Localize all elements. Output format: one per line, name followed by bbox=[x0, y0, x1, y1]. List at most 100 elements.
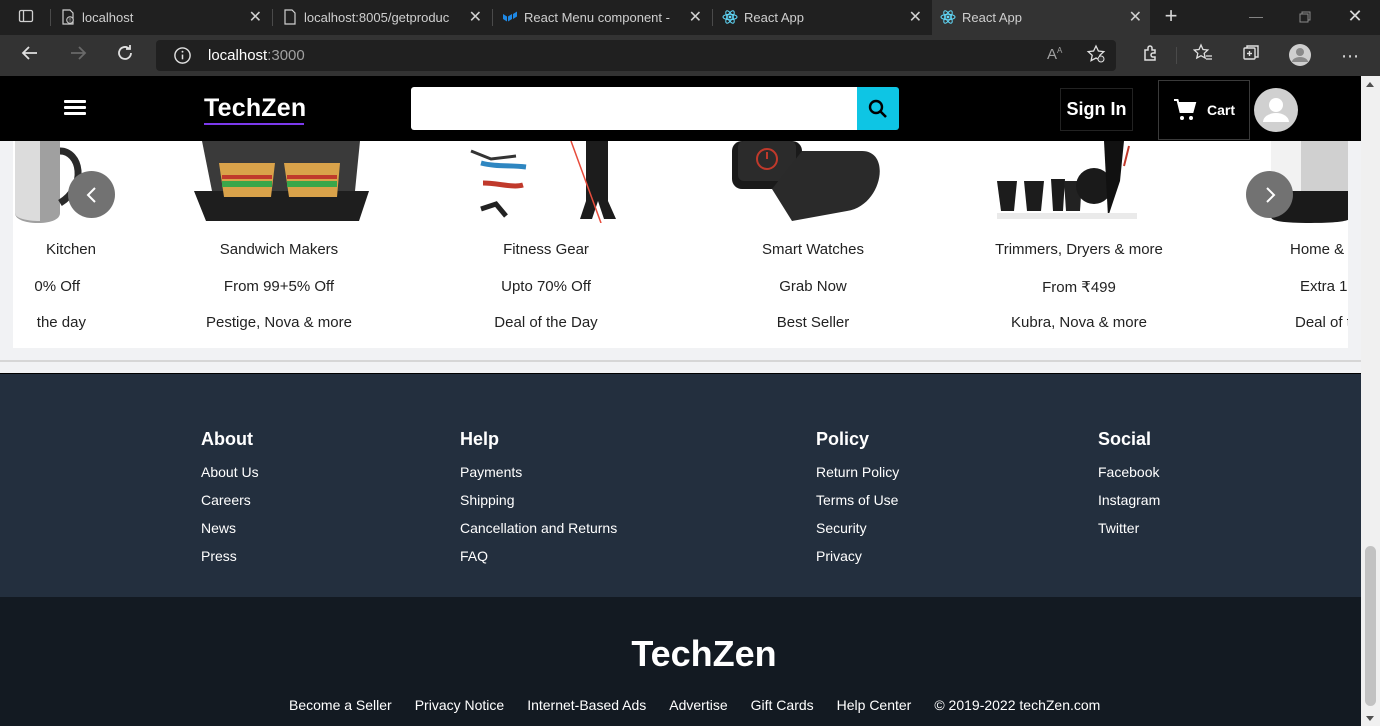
cart-button[interactable]: Cart bbox=[1158, 80, 1250, 140]
more-menu-icon[interactable]: ⋯ bbox=[1337, 43, 1363, 69]
cart-icon bbox=[1173, 99, 1197, 120]
url-bar[interactable]: localhost:3000 AA bbox=[156, 40, 1116, 71]
address-bar-row: localhost:3000 AA ⋯ bbox=[0, 35, 1380, 76]
section-divider bbox=[0, 360, 1361, 362]
browser-tab-2[interactable]: localhost:8005/getproduc ✕ bbox=[274, 0, 490, 35]
category-card-fitness-gear[interactable]: Fitness Gear Upto 70% Off Deal of the Da… bbox=[421, 141, 671, 348]
footer-link[interactable]: Terms of Use bbox=[816, 492, 899, 509]
footer-link[interactable]: News bbox=[201, 520, 259, 537]
user-avatar-icon bbox=[1263, 98, 1289, 122]
browser-tab-4[interactable]: React App ✕ bbox=[714, 0, 930, 35]
cart-label: Cart bbox=[1206, 102, 1235, 118]
category-card-sandwich-makers[interactable]: Sandwich Makers From 99+5% Off Pestige, … bbox=[154, 141, 404, 348]
page-viewport: TechZen Sign In Cart Kitchen 0% Off the … bbox=[0, 76, 1361, 726]
footer-bottom-link[interactable]: Help Center bbox=[837, 697, 912, 713]
footer-bottom-link[interactable]: Become a Seller bbox=[289, 697, 392, 713]
footer-column-help: Help Payments Shipping Cancellation and … bbox=[460, 429, 617, 576]
browser-tab-5-active[interactable]: React App ✕ bbox=[932, 0, 1150, 35]
footer-column-title: Help bbox=[460, 429, 500, 449]
footer-link[interactable]: Privacy bbox=[816, 548, 899, 565]
close-tab-icon[interactable]: ✕ bbox=[1129, 7, 1142, 27]
close-window-icon[interactable]: ✕ bbox=[1342, 3, 1368, 29]
footer-column-title: About bbox=[201, 429, 253, 449]
smart-watch-image bbox=[688, 141, 938, 223]
category-carousel: Kitchen 0% Off the day Sandwich Makers F… bbox=[13, 141, 1348, 348]
browser-tab-1[interactable]: ! localhost ✕ bbox=[52, 0, 270, 35]
footer-link[interactable]: FAQ bbox=[460, 548, 617, 565]
page-scrollbar[interactable] bbox=[1361, 76, 1380, 726]
minimize-icon[interactable]: — bbox=[1243, 3, 1269, 29]
footer-bottom-link[interactable]: Privacy Notice bbox=[415, 697, 504, 713]
react-icon bbox=[722, 9, 738, 25]
close-tab-icon[interactable]: ✕ bbox=[689, 7, 702, 27]
url-text: localhost:3000 bbox=[208, 47, 305, 64]
search-input[interactable] bbox=[411, 87, 857, 130]
footer-link[interactable]: Cancellation and Returns bbox=[460, 520, 617, 537]
search-button[interactable] bbox=[857, 87, 899, 130]
tab-actions-icon[interactable] bbox=[13, 5, 39, 31]
fitness-gear-image bbox=[421, 141, 671, 224]
footer-bottom-link[interactable]: Gift Cards bbox=[751, 697, 814, 713]
signin-button[interactable]: Sign In bbox=[1060, 88, 1133, 131]
user-avatar[interactable] bbox=[1254, 88, 1298, 132]
browser-tab-3[interactable]: React Menu component - ✕ bbox=[494, 0, 710, 35]
page-warning-icon: ! bbox=[60, 9, 76, 25]
new-tab-icon[interactable]: + bbox=[1158, 3, 1184, 29]
svg-text:!: ! bbox=[69, 18, 71, 24]
footer-link[interactable]: Instagram bbox=[1098, 492, 1160, 509]
site-info-icon[interactable] bbox=[173, 46, 192, 70]
read-aloud-icon[interactable]: AA bbox=[1047, 46, 1062, 63]
footer-link[interactable]: Facebook bbox=[1098, 464, 1160, 481]
footer-link[interactable]: About Us bbox=[201, 464, 259, 481]
browser-tab-strip: ! localhost ✕ localhost:8005/getproduc ✕… bbox=[0, 0, 1380, 35]
scrollbar-thumb[interactable] bbox=[1365, 546, 1376, 706]
footer-link[interactable]: Shipping bbox=[460, 492, 617, 509]
footer-link[interactable]: Payments bbox=[460, 464, 617, 481]
footer-column-title: Social bbox=[1098, 429, 1152, 449]
hamburger-menu-icon[interactable] bbox=[64, 100, 86, 116]
sandwich-maker-image bbox=[154, 141, 404, 223]
scroll-up-arrow[interactable] bbox=[1366, 82, 1374, 87]
footer-bottom-link[interactable]: Advertise bbox=[669, 697, 727, 713]
category-card-smart-watches[interactable]: Smart Watches Grab Now Best Seller bbox=[688, 141, 938, 348]
footer-column-policy: Policy Return Policy Terms of Use Securi… bbox=[816, 429, 899, 576]
logo-underline bbox=[204, 123, 304, 125]
footer-link[interactable]: Careers bbox=[201, 492, 259, 509]
close-tab-icon[interactable]: ✕ bbox=[909, 7, 922, 27]
document-icon bbox=[282, 9, 298, 25]
footer-link[interactable]: Return Policy bbox=[816, 464, 899, 481]
profile-icon[interactable] bbox=[1287, 43, 1313, 69]
footer-bottom-links: Become a Seller Privacy Notice Internet-… bbox=[289, 697, 1100, 713]
collections-icon[interactable] bbox=[1238, 43, 1264, 69]
chevron-right-icon bbox=[1265, 186, 1275, 203]
restore-icon[interactable] bbox=[1292, 4, 1318, 30]
category-card-trimmers[interactable]: Trimmers, Dryers & more From ₹499 Kubra,… bbox=[954, 141, 1204, 348]
footer-link[interactable]: Twitter bbox=[1098, 520, 1160, 537]
category-card-home[interactable]: Home & Extra 10 Deal of t bbox=[1221, 141, 1348, 348]
favorites-icon[interactable] bbox=[1190, 43, 1216, 69]
carousel-next-button[interactable] bbox=[1246, 171, 1293, 218]
refresh-icon[interactable] bbox=[112, 43, 138, 69]
site-logo[interactable]: TechZen bbox=[204, 94, 306, 123]
footer-column-social: Social Facebook Instagram Twitter bbox=[1098, 429, 1160, 548]
favorite-star-icon[interactable] bbox=[1086, 44, 1106, 69]
chevron-left-icon bbox=[86, 186, 96, 203]
footer-logo[interactable]: TechZen bbox=[0, 633, 1361, 675]
extensions-icon[interactable] bbox=[1138, 43, 1164, 69]
mui-icon bbox=[502, 9, 518, 25]
back-icon[interactable] bbox=[17, 43, 43, 69]
forward-icon[interactable] bbox=[65, 43, 91, 69]
close-tab-icon[interactable]: ✕ bbox=[469, 7, 482, 27]
footer-bottom-link[interactable]: Internet-Based Ads bbox=[527, 697, 646, 713]
footer-links-section: About About Us Careers News Press Help P… bbox=[0, 373, 1361, 597]
footer-column-title: Policy bbox=[816, 429, 870, 449]
scroll-down-arrow[interactable] bbox=[1366, 716, 1374, 721]
site-header: TechZen Sign In Cart bbox=[0, 76, 1361, 141]
footer-bottom: TechZen Become a Seller Privacy Notice I… bbox=[0, 597, 1361, 726]
footer-link[interactable]: Press bbox=[201, 548, 259, 565]
footer-link[interactable]: Security bbox=[816, 520, 899, 537]
carousel-prev-button[interactable] bbox=[68, 171, 115, 218]
close-tab-icon[interactable]: ✕ bbox=[249, 7, 262, 27]
footer-column-about: About About Us Careers News Press bbox=[201, 429, 259, 576]
search-icon bbox=[868, 99, 887, 118]
